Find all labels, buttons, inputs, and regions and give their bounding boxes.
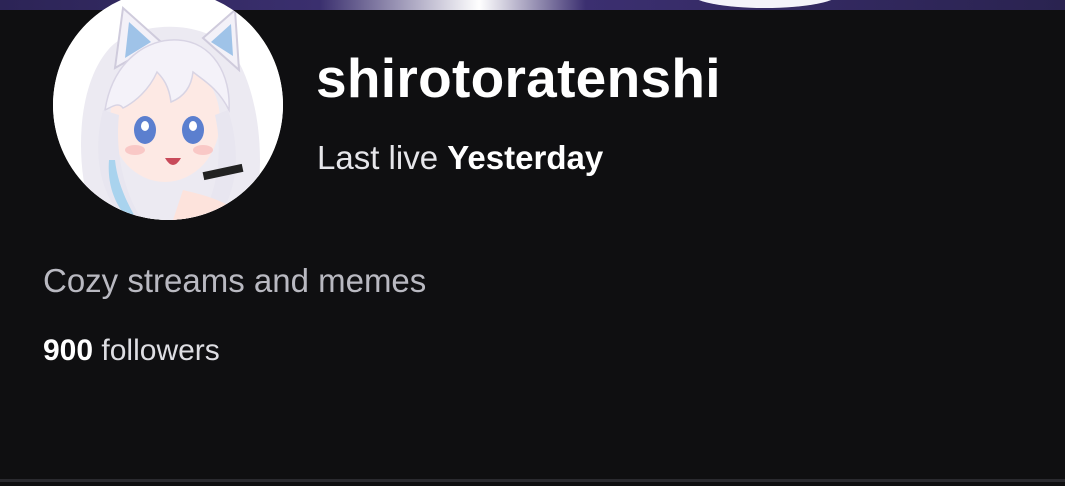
- channel-username[interactable]: shirotoratenshi: [316, 51, 721, 106]
- followers-count[interactable]: 900 followers: [43, 336, 220, 366]
- last-live-value: Yesterday: [447, 139, 604, 176]
- section-divider: [0, 479, 1065, 482]
- banner-decoration: [690, 0, 840, 8]
- anime-avatar-icon: [53, 0, 283, 220]
- followers-number: 900: [43, 334, 94, 367]
- followers-label: followers: [101, 334, 220, 367]
- channel-avatar[interactable]: [53, 0, 283, 220]
- last-live-label: Last live: [317, 139, 439, 176]
- channel-bio: Cozy streams and memes: [43, 262, 427, 299]
- channel-profile-page: shirotoratenshi Last live Yesterday Cozy…: [0, 0, 1065, 486]
- last-live-status: Last live Yesterday: [317, 141, 603, 174]
